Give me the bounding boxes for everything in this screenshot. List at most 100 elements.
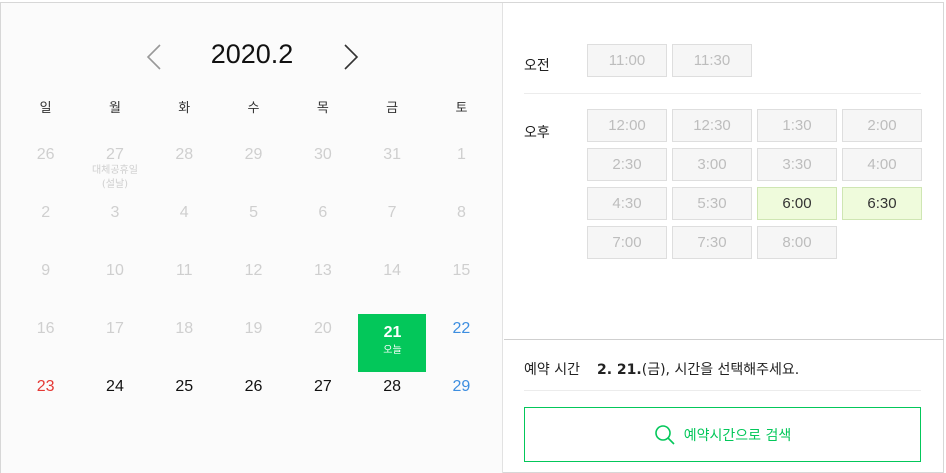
time-slot-unavailable: 3:00 xyxy=(672,148,752,181)
day-number: 3 xyxy=(110,204,120,221)
day-number: 11 xyxy=(175,262,193,279)
holiday-label: 대체공휴일(설날) xyxy=(91,165,138,190)
time-slot-unavailable: 3:30 xyxy=(757,148,837,181)
day-number: 20 xyxy=(313,320,332,337)
day-cell: 8 xyxy=(427,194,496,252)
day-cell[interactable]: 23 xyxy=(11,368,80,426)
day-cell: 30 xyxy=(288,136,357,194)
day-number: 21 xyxy=(383,324,402,341)
weekday-label: 수 xyxy=(247,101,260,116)
next-month-button[interactable] xyxy=(337,41,365,73)
weekday-label: 토 xyxy=(455,101,468,116)
day-cell: 27 대체공휴일(설날) xyxy=(80,136,149,194)
day-cell: 2 xyxy=(11,194,80,252)
day-number: 18 xyxy=(175,320,194,337)
calendar-header: 2020.2 xyxy=(1,37,503,77)
day-number: 25 xyxy=(175,378,194,395)
day-cell: 20 xyxy=(288,310,357,368)
day-number: 10 xyxy=(106,262,124,279)
day-cell[interactable]: 28 xyxy=(357,368,426,426)
time-slot-unavailable: 11:30 xyxy=(672,44,752,77)
time-slot-available[interactable]: 6:00 xyxy=(757,187,837,220)
day-cell: 3 xyxy=(80,194,149,252)
time-slot-unavailable: 2:00 xyxy=(842,109,922,142)
day-number: 26 xyxy=(36,146,55,163)
day-cell: 14 xyxy=(357,252,426,310)
day-number: 6 xyxy=(318,204,328,221)
day-number: 28 xyxy=(383,378,402,395)
am-label: 오전 xyxy=(524,58,550,74)
day-number: 13 xyxy=(313,262,332,279)
day-number: 29 xyxy=(244,146,263,163)
day-number: 2 xyxy=(41,204,51,221)
day-number: 7 xyxy=(387,204,397,221)
weekday-label: 금 xyxy=(386,101,399,116)
time-slot-unavailable: 1:30 xyxy=(757,109,837,142)
day-cell: 11 xyxy=(150,252,219,310)
weekday-label: 화 xyxy=(178,101,191,116)
reservation-label: 예약 시간 xyxy=(524,362,580,378)
time-slot-unavailable: 5:30 xyxy=(672,187,752,220)
day-cell[interactable]: 25 xyxy=(150,368,219,426)
time-slot-unavailable: 11:00 xyxy=(587,44,667,77)
day-cell: 16 xyxy=(11,310,80,368)
month-title: 2020.2 xyxy=(210,39,294,69)
day-cell: 28 xyxy=(150,136,219,194)
time-slot-unavailable: 12:00 xyxy=(587,109,667,142)
chevron-right-icon xyxy=(344,44,359,70)
reservation-hint: (금), 시간을 선택해주세요. xyxy=(641,362,800,378)
day-number: 16 xyxy=(36,320,55,337)
day-cell[interactable]: 24 xyxy=(80,368,149,426)
divider xyxy=(524,390,921,391)
day-cell[interactable]: 27 xyxy=(288,368,357,426)
weekday-label: 일 xyxy=(39,101,52,116)
day-number: 23 xyxy=(36,378,55,395)
day-cell: 9 xyxy=(11,252,80,310)
day-number: 4 xyxy=(179,204,189,221)
day-cell: 13 xyxy=(288,252,357,310)
time-panel: 오전 11:00 11:30 오후 12:00 12:30 1:30 2:00 2:30 3… xyxy=(504,3,944,339)
day-grid: 26 27 대체공휴일(설날) 28 29 30 31 1 2 3 4 5 6 7 8 9 10 11 12 13 14… xyxy=(11,136,495,426)
day-number: 22 xyxy=(452,320,471,337)
reservation-summary: 예약 시간 2. 21.(금), 시간을 선택해주세요. 예약시간으로 검색 xyxy=(504,339,944,473)
day-number: 24 xyxy=(106,378,124,395)
booking-widget: 2020.2 일월화수목금토 26 27 대체공휴일(설날) 28 29 30 31 1 2 3 4… xyxy=(0,2,944,473)
day-cell: 15 xyxy=(427,252,496,310)
calendar: 2020.2 일월화수목금토 26 27 대체공휴일(설날) 28 29 30 31 1 2 3 4… xyxy=(1,3,503,473)
day-cell[interactable]: 22 xyxy=(427,310,496,368)
search-button-label: 예약시간으로 검색 xyxy=(683,427,792,444)
search-icon xyxy=(654,424,675,445)
day-number: 30 xyxy=(313,146,332,163)
time-slot-available[interactable]: 6:30 xyxy=(842,187,922,220)
time-slot-unavailable: 4:00 xyxy=(842,148,922,181)
day-cell[interactable]: 26 xyxy=(219,368,288,426)
day-cell: 29 xyxy=(219,136,288,194)
am-slots: 11:00 11:30 xyxy=(587,44,922,77)
day-cell: 7 xyxy=(357,194,426,252)
day-cell: 12 xyxy=(219,252,288,310)
search-by-time-button[interactable]: 예약시간으로 검색 xyxy=(524,407,921,462)
day-number: 14 xyxy=(383,262,402,279)
reservation-value: 2. 21.(금), 시간을 선택해주세요. xyxy=(597,359,799,379)
day-number: 19 xyxy=(244,320,263,337)
day-number: 15 xyxy=(452,262,471,279)
time-slot-unavailable: 7:30 xyxy=(672,226,752,259)
time-slot-unavailable: 7:00 xyxy=(587,226,667,259)
day-number: 27 xyxy=(106,146,124,163)
day-cell: 18 xyxy=(150,310,219,368)
divider xyxy=(524,93,921,94)
day-number: 1 xyxy=(456,146,466,163)
weekday-label: 월 xyxy=(108,101,121,116)
time-slot-unavailable: 4:30 xyxy=(587,187,667,220)
day-number: 31 xyxy=(383,146,402,163)
day-number: 27 xyxy=(313,378,332,395)
weekday-header: 일월화수목금토 xyxy=(11,99,495,119)
day-number: 9 xyxy=(41,262,51,279)
weekday-label: 목 xyxy=(316,101,329,116)
time-slot-unavailable: 12:30 xyxy=(672,109,752,142)
day-number: 8 xyxy=(456,204,466,221)
day-cell[interactable]: 29 xyxy=(427,368,496,426)
day-cell: 17 xyxy=(80,310,149,368)
day-cell: 31 xyxy=(357,136,426,194)
day-cell-today[interactable]: 21 오늘 xyxy=(357,310,427,372)
